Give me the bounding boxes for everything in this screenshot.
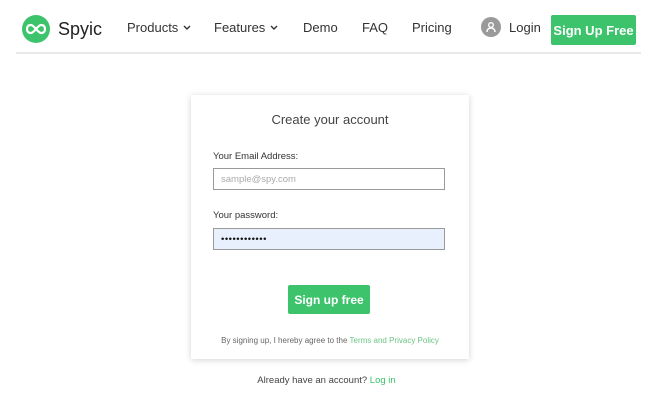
- nav-features[interactable]: Features: [214, 20, 278, 35]
- nav-faq-label: FAQ: [362, 20, 389, 35]
- existing-account-prompt: Already have an account? Log in: [0, 375, 653, 386]
- login-bottom-link[interactable]: Log in: [370, 375, 396, 386]
- brand-logo[interactable]: Spyic: [22, 15, 102, 43]
- terms-link[interactable]: Terms and Privacy Policy: [350, 336, 439, 345]
- nav-pricing[interactable]: Pricing: [412, 20, 452, 35]
- nav-products-label: Products: [127, 20, 179, 35]
- password-field[interactable]: ••••••••••••: [213, 228, 445, 250]
- top-navigation: Spyic Products Features Demo FAQ Pricing: [16, 0, 641, 54]
- header-signup-button[interactable]: Sign Up Free: [551, 15, 636, 45]
- nav-features-label: Features: [214, 20, 266, 35]
- nav-demo-label: Demo: [303, 20, 338, 35]
- email-field[interactable]: sample@spy.com: [213, 168, 445, 190]
- user-avatar-icon: [481, 17, 501, 37]
- chevron-down-icon: [183, 25, 191, 31]
- chevron-down-icon: [270, 25, 278, 31]
- terms-prefix: By signing up, I hereby agree to the: [221, 336, 348, 345]
- terms-notice: By signing up, I hereby agree to the Ter…: [191, 336, 469, 345]
- nav-products[interactable]: Products: [127, 20, 191, 35]
- signup-submit-button[interactable]: Sign up free: [288, 285, 370, 314]
- password-label: Your password:: [213, 210, 279, 221]
- login-label: Login: [509, 19, 541, 35]
- page: Spyic Products Features Demo FAQ Pricing: [0, 0, 653, 394]
- email-label: Your Email Address:: [213, 151, 299, 162]
- form-title: Create your account: [271, 112, 389, 127]
- already-text: Already have an account?: [257, 375, 368, 386]
- login-link[interactable]: Login: [481, 17, 541, 37]
- nav-pricing-label: Pricing: [412, 20, 452, 35]
- nav-faq[interactable]: FAQ: [362, 20, 388, 35]
- infinity-logo-icon: [22, 15, 50, 43]
- signup-card: Create your account Your Email Address: …: [191, 95, 469, 359]
- brand-name: Spyic: [58, 18, 103, 39]
- nav-demo[interactable]: Demo: [303, 20, 338, 35]
